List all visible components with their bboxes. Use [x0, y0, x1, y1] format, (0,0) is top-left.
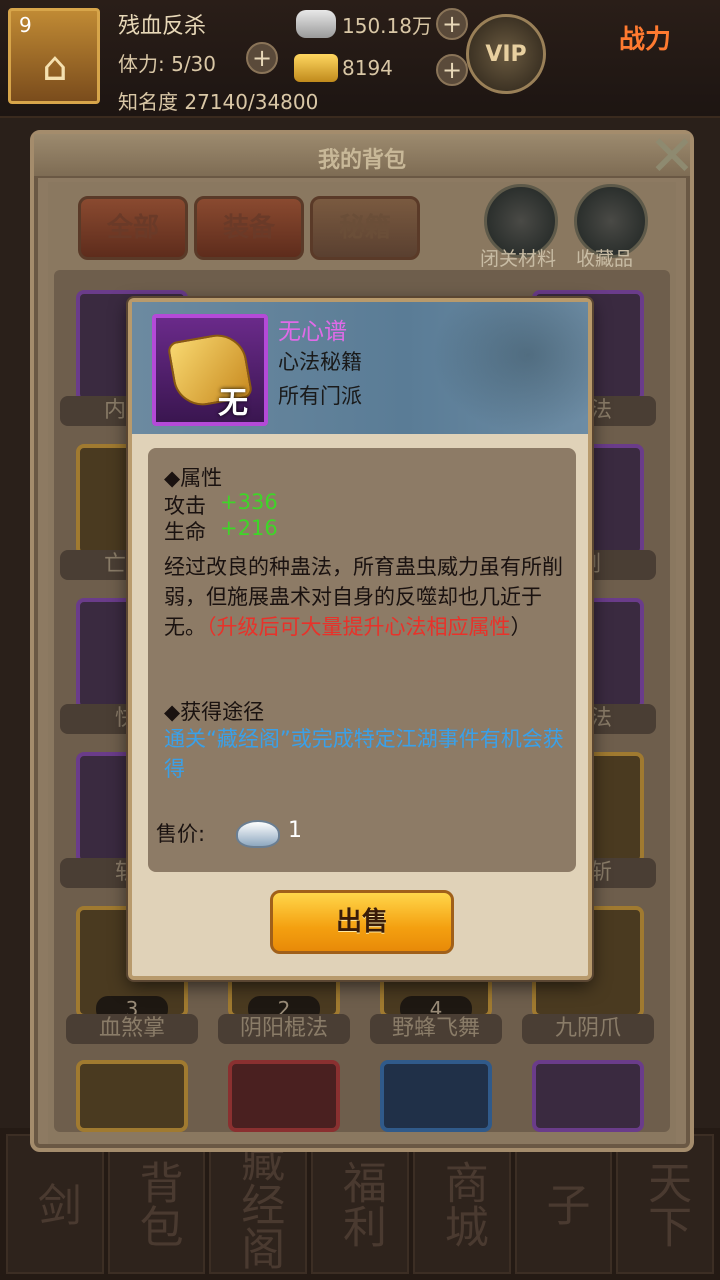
sell-button[interactable]: 出售	[270, 890, 454, 954]
close-icon[interactable]: ✕	[642, 129, 702, 185]
tab-equipment[interactable]: 装备	[194, 196, 304, 260]
player-level: 9	[19, 13, 32, 37]
top-status-bar: 9 ⌂ 残血反杀 体力: 5/30 知名度 27140/34800 + 150.…	[0, 0, 720, 118]
tooltip-header: 无 无心谱 心法秘籍 所有门派	[132, 302, 588, 434]
item-slot[interactable]	[380, 1060, 492, 1132]
silver-ingot-icon	[236, 820, 280, 848]
tooltip-body: ◆属性 攻击 +336 生命 +216 经过改良的种蛊法，所育蛊虫威力虽有所削弱…	[148, 448, 576, 872]
gold-icon	[294, 54, 338, 82]
price-value: 1	[288, 818, 302, 843]
item-school: 所有门派	[278, 384, 362, 408]
bag-title-bar: 我的背包	[34, 134, 690, 178]
nav-item-sword[interactable]: 剑	[6, 1134, 104, 1274]
description-highlight: 升级后可大量提升心法相应属性	[216, 615, 511, 639]
add-silver-button[interactable]: +	[436, 8, 468, 40]
player-avatar[interactable]: 9 ⌂	[8, 8, 100, 104]
bag-title: 我的背包	[317, 148, 406, 173]
description-paren-open: （	[206, 615, 217, 639]
stat-label-hp: 生命	[164, 520, 206, 544]
player-name: 残血反杀	[118, 14, 207, 39]
nav-item-bag[interactable]: 背包	[107, 1134, 206, 1274]
item-slot-name: 阴阳棍法	[218, 1014, 350, 1044]
source-text: 通关“藏经阁”或完成特定江湖事件有机会获得	[164, 727, 564, 781]
description-paren-close: ）	[510, 615, 532, 639]
item-tooltip: 无 无心谱 心法秘籍 所有门派 ◆属性 攻击 +336 生命 +216 经过改良…	[128, 298, 592, 980]
item-slot[interactable]	[76, 1060, 188, 1132]
item-name: 无心谱	[278, 319, 347, 345]
scroll-icon: 无	[152, 314, 268, 426]
nav-item-library[interactable]: 藏经阁	[209, 1134, 308, 1274]
source-header: ◆获得途径	[164, 700, 265, 724]
collectibles-label: 收藏品	[576, 248, 634, 270]
nav-item-world[interactable]: 天下	[616, 1134, 715, 1274]
nav-item-zi[interactable]: 子	[514, 1134, 613, 1274]
gold-amount: 8194	[342, 56, 393, 80]
ink-decoration	[432, 302, 588, 434]
nav-item-shop[interactable]: 商城	[412, 1134, 511, 1274]
fame-text: 知名度 27140/34800	[118, 90, 319, 114]
stat-value-hp: +216	[220, 516, 278, 540]
silver-icon	[296, 10, 336, 38]
silver-amount: 150.18万	[342, 14, 432, 38]
power-badge: 战力	[618, 25, 671, 55]
tab-manuals[interactable]: 秘籍	[310, 196, 420, 260]
item-type: 心法秘籍	[278, 350, 362, 374]
temple-icon: ⌂	[42, 44, 68, 90]
tab-all[interactable]: 全部	[78, 196, 188, 260]
retreat-materials-label: 闭关材料	[480, 248, 557, 270]
add-stamina-button[interactable]: +	[246, 42, 278, 74]
icon-glyph: 无	[218, 386, 248, 421]
attributes-header: ◆属性	[164, 466, 223, 490]
item-description: 经过改良的种蛊法，所育蛊虫威力虽有所削弱，但施展蛊术对自身的反噬却也几近于无。（…	[164, 552, 564, 642]
stamina-text: 体力: 5/30	[118, 52, 217, 76]
stat-value-attack: +336	[220, 490, 278, 514]
add-gold-button[interactable]: +	[436, 54, 468, 86]
item-slot-name: 九阴爪	[522, 1014, 654, 1044]
price-label: 售价:	[156, 822, 206, 846]
item-slot[interactable]	[228, 1060, 340, 1132]
vip-badge[interactable]: VIP	[466, 14, 546, 94]
item-slot-name: 野蜂飞舞	[370, 1014, 502, 1044]
item-slot[interactable]	[532, 1060, 644, 1132]
nav-item-welfare[interactable]: 福利	[311, 1134, 409, 1274]
item-slot-name: 血煞掌	[66, 1014, 198, 1044]
